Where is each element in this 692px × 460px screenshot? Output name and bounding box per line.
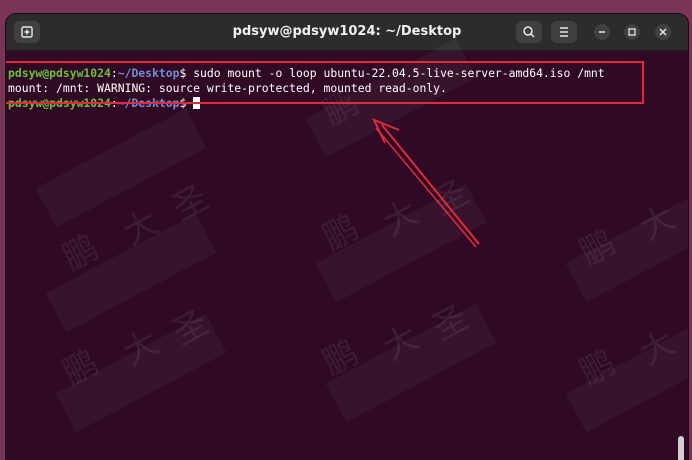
search-button[interactable] (516, 21, 542, 43)
maximize-button[interactable] (624, 24, 640, 40)
watermark-char: 鹏 (573, 342, 623, 394)
search-icon (523, 26, 535, 38)
watermark-char: 圣 (166, 302, 216, 354)
watermark-char: 大 (633, 322, 683, 374)
title-bar: pdsyw@pdsyw1024: ~/Desktop (6, 14, 688, 51)
watermark-band (35, 108, 207, 228)
watermark-char: 鹏 (56, 227, 106, 279)
close-icon (659, 28, 667, 36)
annotation-highlight-box (6, 61, 644, 104)
watermark-char: 圣 (426, 172, 476, 224)
terminal-window: pdsyw@pdsyw1024: ~/Desktop 鹏 大 圣 鹏 鹏 大 圣… (6, 14, 688, 460)
menu-button[interactable] (551, 21, 577, 43)
watermark-char: 大 (633, 197, 683, 249)
watermark-char: 鹏 (316, 332, 366, 384)
watermark-char: 圣 (166, 177, 216, 229)
watermark-band (565, 183, 688, 303)
watermark-band (45, 213, 217, 333)
watermark-char: 大 (376, 192, 426, 244)
watermark-char: 大 (376, 317, 426, 369)
watermark-band (325, 303, 497, 423)
window-title: pdsyw@pdsyw1024: ~/Desktop (232, 24, 462, 39)
terminal-area[interactable]: 鹏 大 圣 鹏 鹏 大 圣 鹏 大 鹏 大 圣 鹏 大 圣 鹏 大 pdsyw@… (6, 38, 688, 460)
maximize-icon (628, 28, 636, 36)
watermark-char: 鹏 (573, 222, 623, 274)
minimize-icon (599, 31, 605, 33)
minimize-button[interactable] (594, 24, 610, 40)
annotation-arrow-icon (371, 118, 480, 248)
watermark-char: 大 (116, 322, 166, 374)
watermark-band (55, 313, 227, 433)
watermark-band (315, 183, 487, 303)
watermark-char: 大 (116, 202, 166, 254)
close-button[interactable] (655, 24, 671, 40)
watermark-char: 圣 (426, 297, 476, 349)
hamburger-menu-icon (560, 27, 568, 37)
watermark-char: 鹏 (56, 342, 106, 394)
watermark-band (565, 313, 688, 433)
watermark-char: 鹏 (316, 207, 366, 259)
scrollbar[interactable] (678, 436, 684, 460)
